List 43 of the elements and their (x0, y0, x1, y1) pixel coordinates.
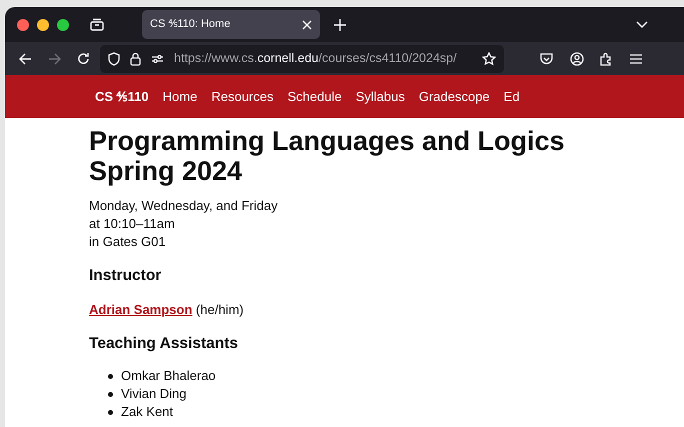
star-icon[interactable] (482, 52, 496, 66)
zoom-window-button[interactable] (57, 18, 69, 30)
bullet-icon (108, 410, 113, 415)
site-brand[interactable]: CS ⅘110 (88, 86, 156, 106)
ta-name: Zak Kent (121, 403, 174, 422)
shield-icon[interactable] (108, 52, 120, 66)
menu-icon[interactable] (630, 54, 642, 64)
instructor-link[interactable]: Adrian Sampson (89, 302, 192, 317)
sliders-icon[interactable] (151, 54, 164, 64)
pronouns-text: (he/him) (196, 302, 244, 317)
pocket-icon[interactable] (540, 52, 553, 64)
bullet-icon (108, 392, 113, 397)
reload-icon[interactable] (77, 52, 90, 65)
account-icon[interactable] (570, 52, 584, 66)
browser-tab[interactable]: CS ⅘110: Home (142, 10, 320, 39)
close-icon[interactable] (302, 20, 312, 30)
nav-link[interactable]: Schedule (280, 86, 349, 106)
address-bar[interactable]: https://www.cs.cornell.edu/courses/cs4110/2024sp/ (100, 44, 504, 72)
nav-link[interactable]: Home (156, 86, 204, 106)
schedule-text: at 10:10–11am (89, 215, 176, 234)
chevron-down-icon[interactable] (636, 21, 648, 28)
nav-link[interactable]: Syllabus (348, 86, 412, 106)
schedule-text: in Gates G01 (89, 233, 167, 252)
schedule-text: Monday, Wednesday, and Friday (89, 197, 279, 216)
ta-name: Omkar Bhalerao (121, 367, 216, 386)
nav-link[interactable]: Gradescope (412, 86, 497, 106)
page-title: Spring 2024 (89, 156, 242, 186)
new-tab-icon[interactable] (334, 18, 346, 30)
minimize-window-button[interactable] (37, 18, 49, 30)
bullet-icon (108, 374, 113, 379)
url-text: https://www.cs.cornell.edu/courses/cs4110/2024sp/ (174, 50, 457, 68)
lock-icon[interactable] (130, 52, 141, 66)
nav-link[interactable]: Resources (204, 86, 280, 106)
ta-name: Vivian Ding (121, 385, 187, 404)
back-icon[interactable] (19, 52, 32, 64)
section-heading: Teaching Assistants (89, 334, 240, 354)
tab-title: CS ⅘110: Home (150, 17, 230, 32)
tab-list-icon[interactable] (90, 18, 104, 31)
section-heading: Instructor (89, 266, 162, 286)
extensions-icon[interactable] (600, 52, 613, 66)
close-window-button[interactable] (17, 18, 29, 30)
page-title: Programming Languages and Logics (89, 127, 566, 157)
nav-link[interactable]: Ed (496, 86, 527, 106)
